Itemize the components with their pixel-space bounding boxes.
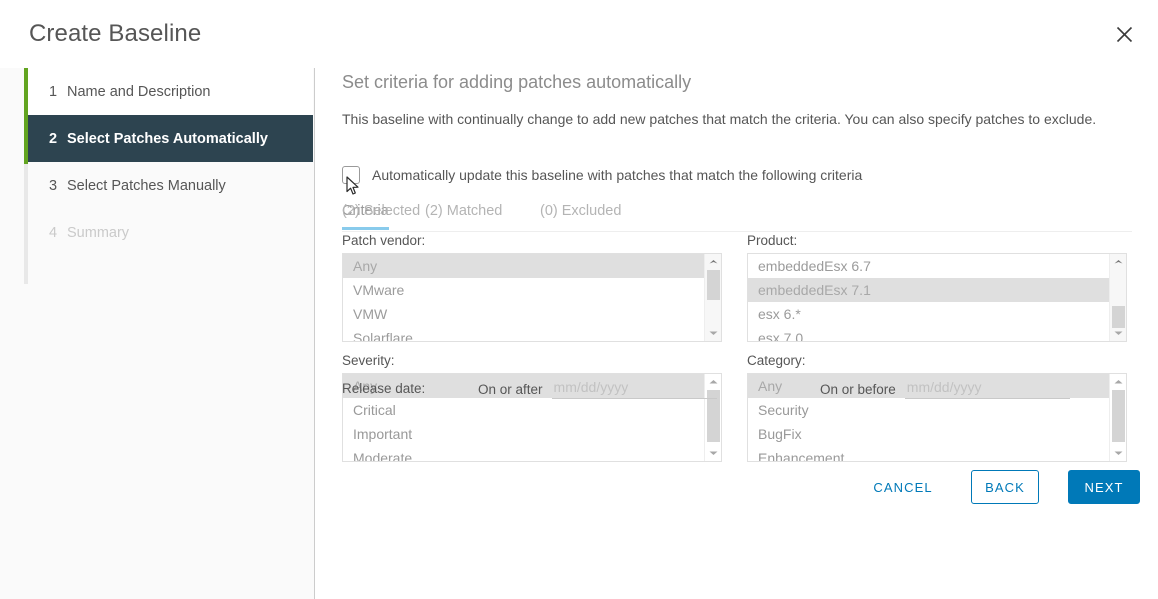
back-button[interactable]: BACK <box>971 470 1039 504</box>
next-button[interactable]: NEXT <box>1068 470 1140 504</box>
close-icon[interactable] <box>1110 20 1138 48</box>
create-baseline-dialog: Create Baseline 1 Name and Description 2… <box>0 0 1158 599</box>
auto-update-label: Automatically update this baseline with … <box>372 167 863 183</box>
step-number: 2 <box>49 130 58 147</box>
list-item[interactable]: VMW <box>343 302 704 326</box>
step-label: Summary <box>67 224 130 241</box>
product-listbox[interactable]: embeddedEsx 6.7 embeddedEsx 7.1 esx 6.* … <box>747 253 1127 342</box>
patch-vendor-listbox[interactable]: Any VMware VMW Solarflare <box>342 253 722 342</box>
list-item[interactable]: Solarflare <box>343 326 704 341</box>
patch-vendor-options: Any VMware VMW Solarflare <box>343 254 704 341</box>
scrollbar-thumb[interactable] <box>707 270 720 300</box>
sidebar-item-name-and-description[interactable]: 1 Name and Description <box>28 68 313 115</box>
severity-label: Severity: <box>342 353 395 368</box>
product-options: embeddedEsx 6.7 embeddedEsx 7.1 esx 6.* … <box>748 254 1109 341</box>
step-number: 1 <box>49 83 58 100</box>
auto-update-checkbox[interactable] <box>342 166 360 184</box>
scrollbar-thumb[interactable] <box>1112 306 1125 328</box>
list-item[interactable]: esx 7.0 <box>748 326 1109 341</box>
field-category: Category: Any Security BugFix Enhancemen… <box>747 353 1127 462</box>
step-label: Name and Description <box>67 83 211 100</box>
step-label: Select Patches Automatically <box>67 130 268 147</box>
list-item[interactable]: Enhancement <box>748 446 1109 461</box>
on-or-after-group: On or after <box>478 379 717 399</box>
field-product: Product: embeddedEsx 6.7 embeddedEsx 7.1… <box>747 233 1127 342</box>
auto-update-row: Automatically update this baseline with … <box>342 166 862 184</box>
on-or-before-group: On or before <box>820 379 1070 399</box>
cancel-button[interactable]: CANCEL <box>860 470 946 504</box>
sidebar-item-select-patches-automatically[interactable]: 2 Select Patches Automatically <box>28 115 313 162</box>
dialog-header: Create Baseline <box>0 0 1158 68</box>
scroll-down-icon[interactable] <box>1110 446 1126 460</box>
scroll-down-icon[interactable] <box>705 326 721 340</box>
wizard-step-list: 1 Name and Description 2 Select Patches … <box>28 68 313 256</box>
step-label: Select Patches Manually <box>67 177 226 194</box>
on-or-after-label: On or after <box>478 382 543 397</box>
on-or-before-date-input[interactable] <box>904 379 1070 399</box>
pane-description: This baseline with continually change to… <box>342 111 1097 127</box>
list-item[interactable]: Any <box>343 254 704 278</box>
step-number: 4 <box>49 224 58 241</box>
list-item[interactable]: Moderate <box>343 446 704 461</box>
list-item[interactable]: esx 6.* <box>748 302 1109 326</box>
patch-vendor-label: Patch vendor: <box>342 233 426 248</box>
product-scrollbar[interactable] <box>1109 254 1126 341</box>
category-label: Category: <box>747 353 806 368</box>
list-item[interactable]: BugFix <box>748 422 1109 446</box>
sidebar-item-select-patches-manually[interactable]: 3 Select Patches Manually <box>28 162 313 209</box>
step-number: 3 <box>49 177 58 194</box>
tab-matched[interactable]: (2) Matched <box>425 203 502 227</box>
release-date-row: Release date: On or after On or before <box>342 376 1142 406</box>
on-or-before-label: On or before <box>820 382 896 397</box>
list-item[interactable]: Important <box>343 422 704 446</box>
patch-vendor-scrollbar[interactable] <box>704 254 721 341</box>
product-label: Product: <box>747 233 798 248</box>
field-patch-vendor: Patch vendor: Any VMware VMW Solarflare <box>342 233 722 342</box>
list-item[interactable]: VMware <box>343 278 704 302</box>
wizard-sidebar: 1 Name and Description 2 Select Patches … <box>0 68 315 599</box>
criteria-tabs: Criteria (2) Matched (0) Excluded (2) Se… <box>342 203 1132 232</box>
field-severity: Severity: Any Critical Important Moderat… <box>342 353 722 462</box>
page-title: Create Baseline <box>29 20 202 47</box>
tab-selected-spacer[interactable]: (2) Selected <box>342 203 420 227</box>
on-or-after-date-input[interactable] <box>551 379 717 399</box>
release-date-label: Release date: <box>342 381 426 396</box>
sidebar-item-summary: 4 Summary <box>28 209 313 256</box>
scroll-down-icon[interactable] <box>1110 326 1126 340</box>
tab-excluded[interactable]: (0) Excluded <box>540 203 621 227</box>
scroll-up-icon[interactable] <box>705 255 721 269</box>
dialog-footer: CANCEL BACK NEXT <box>315 470 1158 530</box>
scroll-down-icon[interactable] <box>705 446 721 460</box>
list-item[interactable]: embeddedEsx 7.1 <box>748 278 1109 302</box>
list-item[interactable]: embeddedEsx 6.7 <box>748 254 1109 278</box>
pane-title: Set criteria for adding patches automati… <box>342 72 692 92</box>
scroll-up-icon[interactable] <box>1110 255 1126 269</box>
